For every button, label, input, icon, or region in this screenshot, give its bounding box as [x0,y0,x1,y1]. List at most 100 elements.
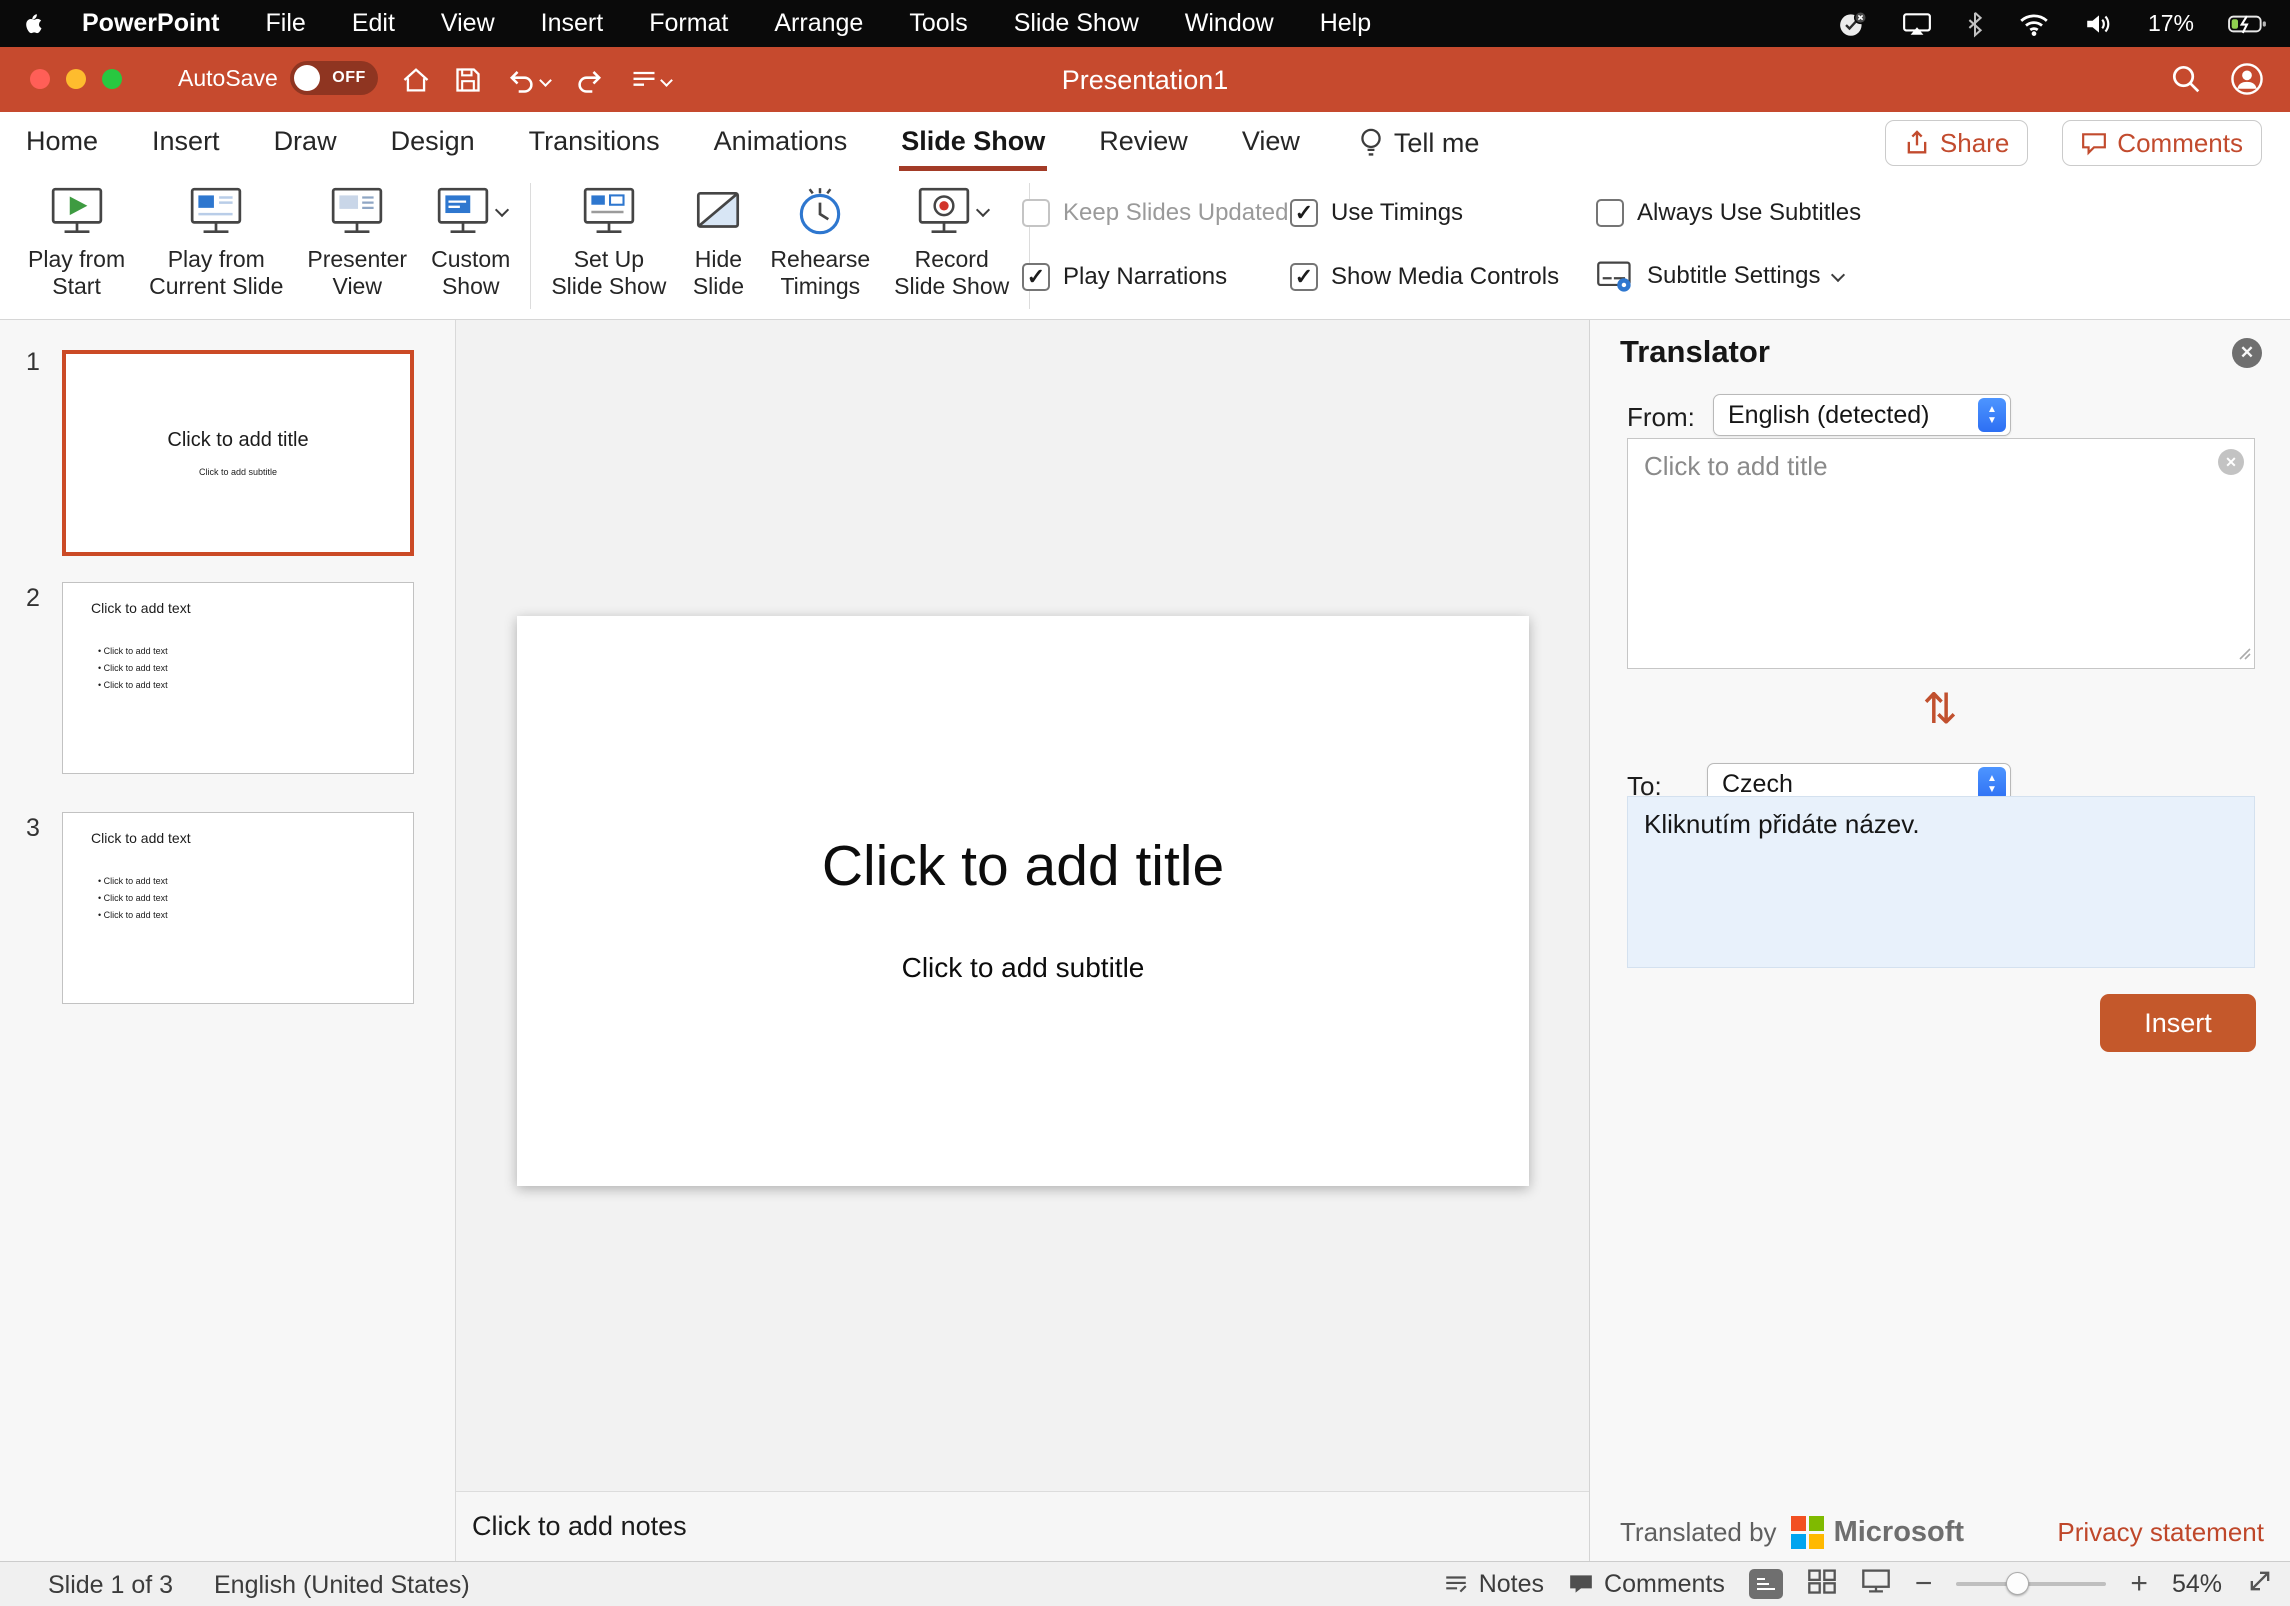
play-from-start-button[interactable]: Play fromStart [16,179,137,302]
tab-transitions[interactable]: Transitions [527,126,662,171]
fit-slide-button[interactable] [2246,1567,2274,1602]
tab-design[interactable]: Design [389,126,477,171]
checkbox-checked-icon: ✓ [1022,263,1050,291]
presenter-view-button[interactable]: PresenterView [295,179,419,302]
tab-insert[interactable]: Insert [150,126,222,171]
button-label: View [333,273,382,299]
language-indicator[interactable]: English (United States) [214,1571,470,1600]
volume-icon[interactable] [2084,11,2114,37]
resize-handle[interactable] [2234,643,2252,666]
notes-area[interactable]: Click to add notes [456,1491,1589,1561]
normal-view-button[interactable] [1749,1569,1783,1599]
insert-translation-button[interactable]: Insert [2100,994,2256,1052]
search-button[interactable] [2170,63,2202,100]
slide-show-view-button[interactable] [1861,1567,1891,1602]
checkbox-checked-icon: ✓ [1290,199,1318,227]
menu-item-tools[interactable]: Tools [909,9,967,38]
menu-item-insert[interactable]: Insert [541,9,604,38]
sync-status-icon[interactable] [1838,10,1868,38]
insert-label: Insert [2144,1008,2212,1039]
play-narrations-checkbox[interactable]: ✓ Play Narrations [1022,263,1227,291]
keep-slides-updated-checkbox[interactable]: Keep Slides Updated [1022,199,1289,227]
thumb-bullet: • Click to add text [98,910,168,920]
checkbox-label: Show Media Controls [1331,263,1559,291]
slide-thumbnail-3[interactable]: Click to add text • Click to add text • … [62,812,414,1004]
record-dropdown-icon[interactable] [976,202,990,216]
zoom-level[interactable]: 54% [2172,1570,2222,1599]
screen-mirroring-icon[interactable] [1902,11,1932,37]
bluetooth-icon[interactable] [1966,10,1984,38]
tab-review[interactable]: Review [1097,126,1190,171]
notes-toggle-button[interactable]: Notes [1443,1570,1544,1599]
tab-view[interactable]: View [1240,126,1302,171]
menu-item-slide-show[interactable]: Slide Show [1014,9,1139,38]
apple-menu[interactable] [22,11,44,37]
comments-label: Comments [2117,128,2243,159]
record-slide-show-icon [916,185,972,239]
privacy-statement-link[interactable]: Privacy statement [2057,1517,2264,1548]
swap-languages-button[interactable]: ⇅ [1590,688,2290,730]
clear-source-button[interactable]: ✕ [2218,449,2244,475]
thumb-title-placeholder: Click to add title [66,429,410,452]
custom-show-button[interactable]: CustomShow [419,179,522,302]
button-label: Play from [28,246,125,272]
tab-animations[interactable]: Animations [712,126,850,171]
slide-title-placeholder[interactable]: Click to add title [517,833,1529,899]
button-label: Slide Show [551,273,666,299]
slide-canvas[interactable]: Click to add title Click to add subtitle [517,616,1529,1186]
subtitle-settings-button[interactable]: Subtitle Settings [1596,259,1843,293]
tab-draw[interactable]: Draw [272,126,339,171]
account-button[interactable] [2230,62,2264,101]
play-from-current-slide-button[interactable]: Play fromCurrent Slide [137,179,295,302]
tab-slide-show[interactable]: Slide Show [899,126,1047,171]
close-pane-button[interactable]: ✕ [2232,338,2262,368]
menu-item-powerpoint[interactable]: PowerPoint [82,9,220,38]
zoom-slider-thumb[interactable] [2006,1572,2029,1595]
set-up-slide-show-button[interactable]: Set UpSlide Show [539,179,678,302]
checkbox-label: Use Timings [1331,199,1463,227]
battery-charging-icon[interactable] [2228,12,2268,36]
zoom-out-button[interactable]: − [1915,1567,1933,1601]
ribbon-separator [530,183,531,309]
tell-me-button[interactable]: Tell me [1358,127,1480,171]
slide-subtitle-placeholder[interactable]: Click to add subtitle [517,952,1529,984]
use-timings-checkbox[interactable]: ✓ Use Timings [1290,199,1463,227]
presenter-view-icon [329,181,385,243]
zoom-in-button[interactable]: + [2130,1567,2148,1601]
slide-thumbnail-2[interactable]: Click to add text • Click to add text • … [62,582,414,774]
button-label: Slide [693,273,744,299]
to-language-value: Czech [1722,770,1970,799]
menu-item-view[interactable]: View [441,9,495,38]
custom-show-dropdown-icon[interactable] [495,202,509,216]
menu-item-file[interactable]: File [266,9,306,38]
comments-toggle-button[interactable]: Comments [1568,1570,1725,1599]
comments-button[interactable]: Comments [2062,120,2262,166]
menu-item-window[interactable]: Window [1185,9,1274,38]
from-label: From: [1627,402,1695,433]
translation-result-text: Kliknutím přidáte název. [1644,809,1920,839]
button-label: Record [915,246,989,272]
swap-arrows-icon: ⇅ [1922,685,1957,732]
share-button[interactable]: Share [1885,120,2028,166]
slide-sorter-view-button[interactable] [1807,1567,1837,1602]
thumb-bullet: • Click to add text [98,893,168,903]
translator-source-textarea[interactable]: Click to add title ✕ [1627,438,2255,669]
show-media-controls-checkbox[interactable]: ✓ Show Media Controls [1290,263,1559,291]
menu-item-arrange[interactable]: Arrange [774,9,863,38]
menu-item-edit[interactable]: Edit [352,9,395,38]
from-language-dropdown[interactable]: English (detected) ▲▼ [1713,394,2011,436]
tab-home[interactable]: Home [24,126,100,171]
zoom-slider[interactable] [1956,1582,2106,1586]
hide-slide-button[interactable]: HideSlide [678,179,758,302]
wifi-icon[interactable] [2018,11,2050,37]
stepper-icon: ▲▼ [1978,398,2006,432]
rehearse-timings-button[interactable]: RehearseTimings [758,179,882,302]
slide-thumbnail-1[interactable]: Click to add title Click to add subtitle [62,350,414,556]
always-use-subtitles-checkbox[interactable]: Always Use Subtitles [1596,199,1861,227]
menu-item-help[interactable]: Help [1320,9,1371,38]
slide-counter: Slide 1 of 3 [48,1571,173,1600]
record-slide-show-button[interactable]: RecordSlide Show [882,179,1021,302]
translation-result-box[interactable]: Kliknutím přidáte název. [1627,796,2255,968]
menu-item-format[interactable]: Format [649,9,728,38]
thumb-bullet: • Click to add text [98,646,168,656]
